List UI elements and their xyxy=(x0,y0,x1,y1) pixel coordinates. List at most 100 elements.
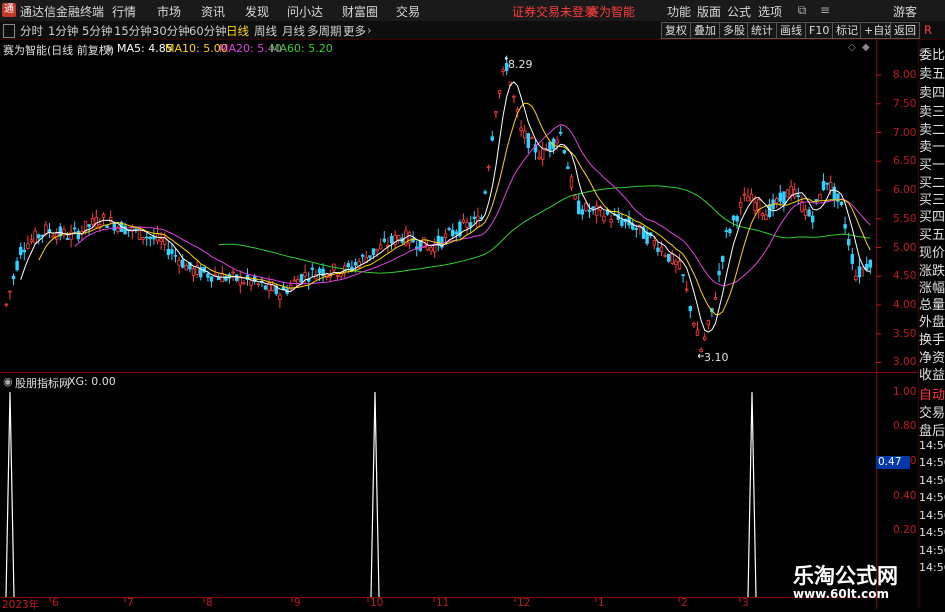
menu-item-formula[interactable]: 公式 xyxy=(727,3,751,20)
back-button[interactable]: 返回 xyxy=(890,22,920,39)
candle-body xyxy=(519,127,523,131)
y-tick: 3.00 xyxy=(893,356,917,368)
y-tick: 3.50 xyxy=(893,328,917,340)
menu-item-ask[interactable]: 问小达 xyxy=(287,3,323,20)
candle-body xyxy=(530,137,534,140)
x-tick: 2023年 xyxy=(2,599,40,611)
candle-body xyxy=(681,274,685,277)
sidebar-label: 卖四 xyxy=(919,86,945,101)
multi-stock-button[interactable]: 多股 xyxy=(719,22,749,39)
watermark-url: www.60lt.com xyxy=(793,587,890,601)
candle-body xyxy=(184,264,188,271)
period-tab-weekly[interactable]: 周线 xyxy=(254,23,277,39)
x-tick: 11 xyxy=(436,597,450,609)
window-menu-icon[interactable]: ≡ xyxy=(816,2,834,18)
candle-body xyxy=(11,275,16,280)
guest-label[interactable]: 游客 xyxy=(893,3,917,20)
candle-body xyxy=(429,247,433,252)
period-tab-multi[interactable]: 多周期 xyxy=(307,23,342,39)
candle-body xyxy=(688,306,692,312)
mark-button[interactable]: 标记 xyxy=(832,22,862,39)
sidebar-label: 卖三 xyxy=(919,105,945,120)
indicator-settings-icon[interactable]: ◉ xyxy=(3,375,13,388)
period-tab-monthly[interactable]: 月线 xyxy=(282,23,305,39)
menu-item-options[interactable]: 选项 xyxy=(758,3,782,20)
candle-body xyxy=(148,236,152,240)
app-title: 通达信金融终端 xyxy=(20,5,105,19)
sidebar-label: 卖一 xyxy=(919,140,945,155)
candle-body xyxy=(699,349,703,352)
statistics-button[interactable]: 统计 xyxy=(747,22,777,39)
sidebar-label: 换手 xyxy=(919,333,945,348)
menu-item-function[interactable]: 功能 xyxy=(667,3,691,20)
period-tab-15min[interactable]: 15分钟 xyxy=(114,23,152,39)
menu-bar: 通 通达信金融终端 行情 市场 资讯 发现 问小达 财富圈 交易 证券交易未登录… xyxy=(0,0,945,22)
trade-time: 14:56 xyxy=(919,526,945,539)
restore-rights-button[interactable]: 复权 xyxy=(661,22,691,39)
candle-body xyxy=(634,228,638,231)
candle-body xyxy=(548,141,552,151)
period-tab-30min[interactable]: 30分钟 xyxy=(152,23,190,39)
candle-body xyxy=(256,283,260,286)
app-logo-icon: 通 xyxy=(2,3,16,17)
candle-body xyxy=(857,266,862,278)
x-tick: 10 xyxy=(370,597,384,609)
candle-body xyxy=(177,260,181,266)
menu-item-layout[interactable]: 版面 xyxy=(697,3,721,20)
candle-body xyxy=(375,248,379,252)
candle-body xyxy=(206,273,210,278)
candle-body xyxy=(134,228,138,231)
candle-body xyxy=(299,274,304,283)
candle-body xyxy=(717,270,721,276)
candle-body xyxy=(8,290,12,293)
candle-body xyxy=(112,223,116,231)
ma-line xyxy=(218,185,871,274)
candle-body xyxy=(861,267,865,271)
kline-canvas[interactable] xyxy=(0,40,918,609)
y-tick: 8.00 xyxy=(893,69,917,81)
period-tab-daily[interactable]: 日线 xyxy=(226,23,249,39)
trade-time: 14:56 xyxy=(919,544,945,557)
candle-body xyxy=(335,275,340,278)
sidebar-label: 卖五 xyxy=(919,67,945,82)
menu-item-trade[interactable]: 交易 xyxy=(396,3,420,20)
window-restore-icon[interactable]: ⧉ xyxy=(793,2,811,18)
f10-button[interactable]: F10 xyxy=(805,22,834,39)
candle-body xyxy=(782,191,786,204)
period-tab-1min[interactable]: 1分钟 xyxy=(48,23,78,39)
candle-body xyxy=(512,95,516,98)
period-tab-intraday[interactable]: 分时 xyxy=(20,23,43,39)
sidebar-label: 买四 xyxy=(919,210,945,225)
candle-body xyxy=(659,246,664,252)
x-tick: 3 xyxy=(742,597,749,609)
candle-body xyxy=(465,221,469,228)
menu-item-wealth[interactable]: 财富圈 xyxy=(342,3,378,20)
more-chevron-icon[interactable]: › xyxy=(367,23,372,37)
candle-body xyxy=(839,201,844,205)
candle-body xyxy=(739,202,743,208)
menu-item-market[interactable]: 市场 xyxy=(157,3,181,20)
menu-item-news[interactable]: 资讯 xyxy=(201,3,225,20)
candle-body xyxy=(461,219,466,223)
period-tab-5min[interactable]: 5分钟 xyxy=(82,23,112,39)
x-tick: 12 xyxy=(517,597,531,609)
candle-body xyxy=(829,182,833,191)
candle-body xyxy=(721,255,725,262)
sidebar-auto[interactable]: 自动 xyxy=(919,384,945,403)
candle-body xyxy=(677,261,682,270)
y-tick: 5.50 xyxy=(893,213,917,225)
panel-toggle-icon[interactable] xyxy=(3,24,15,38)
ind-y-tick: 1.00 xyxy=(893,386,917,398)
menu-item-discover[interactable]: 发现 xyxy=(245,3,269,20)
draw-line-button[interactable]: 画线 xyxy=(776,22,806,39)
overlay-button[interactable]: 叠加 xyxy=(690,22,720,39)
candle-body xyxy=(811,215,815,223)
sidebar-label: 现价 xyxy=(919,246,945,261)
candle-body xyxy=(537,156,541,160)
period-toolbar: 分时 1分钟 5分钟 15分钟 30分钟 60分钟 日线 周线 月线 多周期 更… xyxy=(0,21,945,40)
period-tab-60min[interactable]: 60分钟 xyxy=(189,23,227,39)
menu-item-quotes[interactable]: 行情 xyxy=(112,3,136,20)
login-notice[interactable]: 证券交易未登录 xyxy=(512,3,596,20)
candle-body xyxy=(490,136,494,141)
period-tab-more[interactable]: 更多 xyxy=(343,23,366,39)
